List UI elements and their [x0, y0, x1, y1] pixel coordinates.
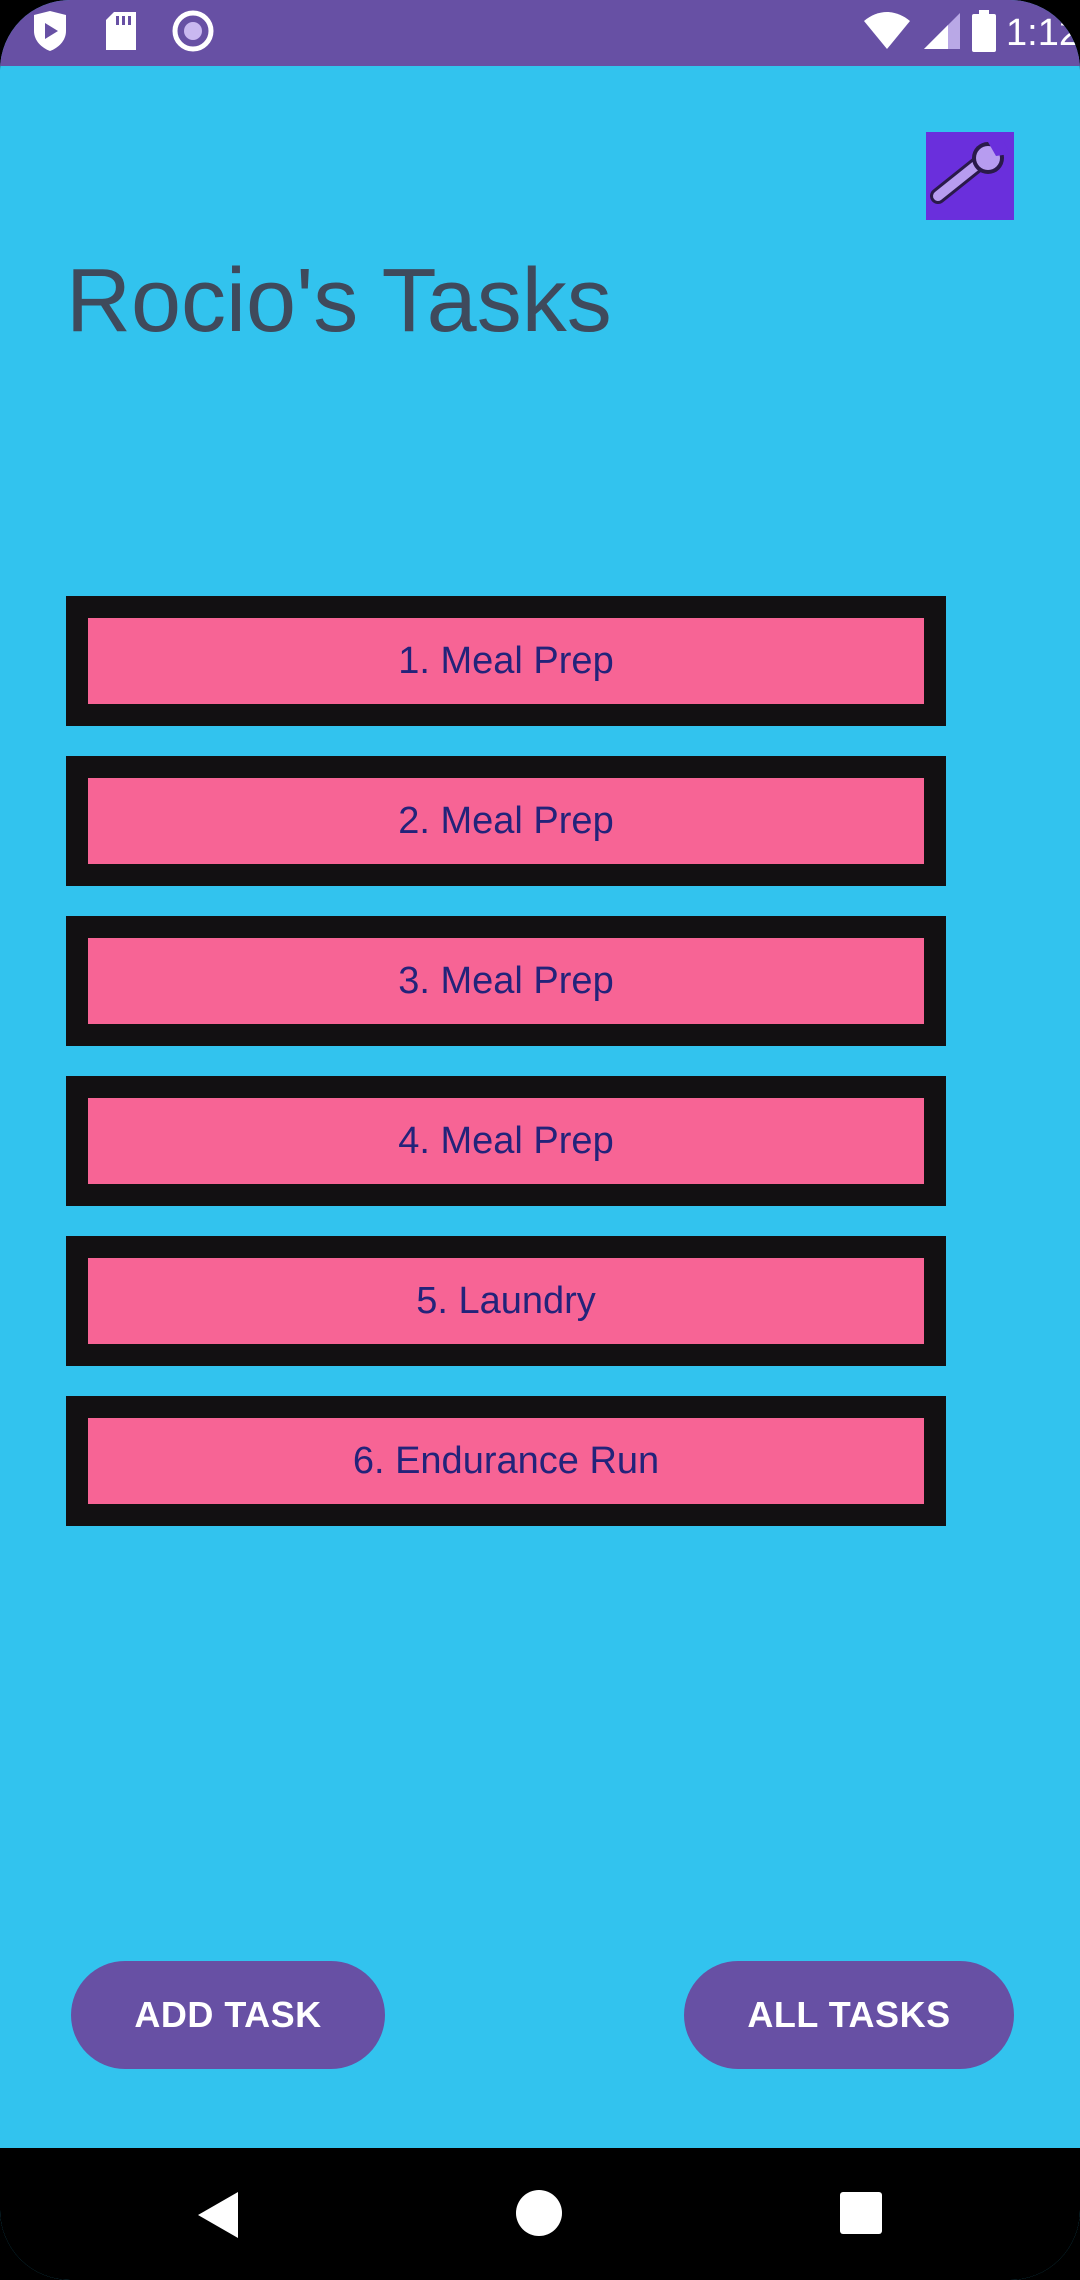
signal-icon: [922, 11, 962, 56]
task-label: 3. Meal Prep: [88, 938, 924, 1024]
all-tasks-button[interactable]: ALL TASKS: [684, 1961, 1014, 2069]
task-item[interactable]: 6. Endurance Run: [66, 1396, 946, 1526]
task-item[interactable]: 4. Meal Prep: [66, 1076, 946, 1206]
battery-icon: [972, 9, 997, 57]
settings-button[interactable]: [926, 132, 1014, 220]
wrench-icon: [930, 141, 1010, 211]
task-label: 1. Meal Prep: [88, 618, 924, 704]
play-protect-icon: [30, 9, 70, 58]
task-item[interactable]: 1. Meal Prep: [66, 596, 946, 726]
sd-card-icon: [104, 10, 138, 57]
task-item[interactable]: 2. Meal Prep: [66, 756, 946, 886]
task-label: 6. Endurance Run: [88, 1418, 924, 1504]
navigation-bar: [0, 2148, 1080, 2280]
record-icon: [172, 10, 214, 57]
task-label: 2. Meal Prep: [88, 778, 924, 864]
add-task-button[interactable]: ADD TASK: [71, 1961, 385, 2069]
task-item[interactable]: 5. Laundry: [66, 1236, 946, 1366]
wifi-icon: [862, 11, 912, 56]
app-screen: 1:12 Rocio's Tasks 1. Meal Prep 2. Meal …: [0, 0, 1080, 2280]
status-time: 1:12: [1006, 11, 1080, 54]
task-item[interactable]: 3. Meal Prep: [66, 916, 946, 1046]
status-system-icons: 1:12: [862, 8, 1080, 58]
home-icon[interactable]: [516, 2190, 562, 2236]
status-notification-icons: [30, 10, 214, 56]
page-title: Rocio's Tasks: [66, 251, 612, 351]
task-label: 4. Meal Prep: [88, 1098, 924, 1184]
back-icon[interactable]: [198, 2192, 238, 2238]
recents-icon[interactable]: [840, 2192, 882, 2234]
status-bar: 1:12: [0, 0, 1080, 66]
task-label: 5. Laundry: [88, 1258, 924, 1344]
task-list: 1. Meal Prep 2. Meal Prep 3. Meal Prep 4…: [66, 596, 946, 1556]
